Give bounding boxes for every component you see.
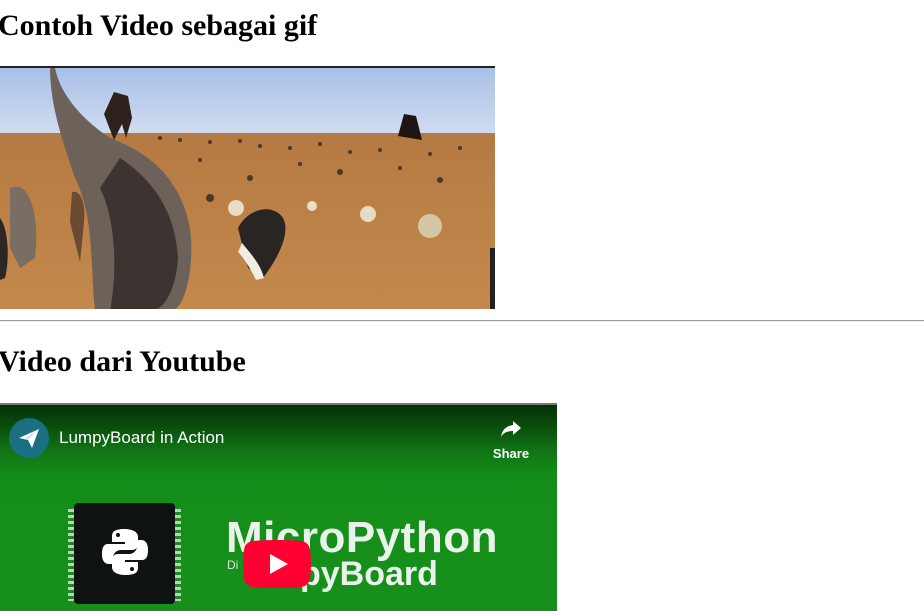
page: Contoh Video sebagai gif Video dari Yout… [0, 0, 924, 611]
youtube-section-heading: Video dari Youtube [0, 345, 246, 378]
section-divider [0, 320, 924, 322]
chip-pins-right [175, 509, 181, 601]
youtube-embed-player[interactable]: LumpyBoard in Action Share MicroPython D… [0, 403, 557, 611]
share-button[interactable]: Share [487, 419, 535, 461]
python-logo-icon [102, 529, 148, 575]
gif-section-heading: Contoh Video sebagai gif [0, 9, 318, 42]
youtube-play-button[interactable] [243, 540, 311, 588]
animated-gif [0, 66, 495, 309]
gif-scene [0, 68, 495, 309]
chip-pins-left [68, 509, 74, 601]
chip-graphic [68, 503, 181, 604]
share-label: Share [492, 446, 530, 461]
video-title[interactable]: LumpyBoard in Action [59, 428, 224, 448]
thumbnail-title-line2: pyBoard [300, 555, 438, 593]
channel-avatar[interactable] [9, 418, 49, 458]
share-arrow-icon [501, 421, 521, 437]
thumbnail-small-text: Di [227, 558, 239, 572]
paper-plane-icon [19, 429, 39, 448]
